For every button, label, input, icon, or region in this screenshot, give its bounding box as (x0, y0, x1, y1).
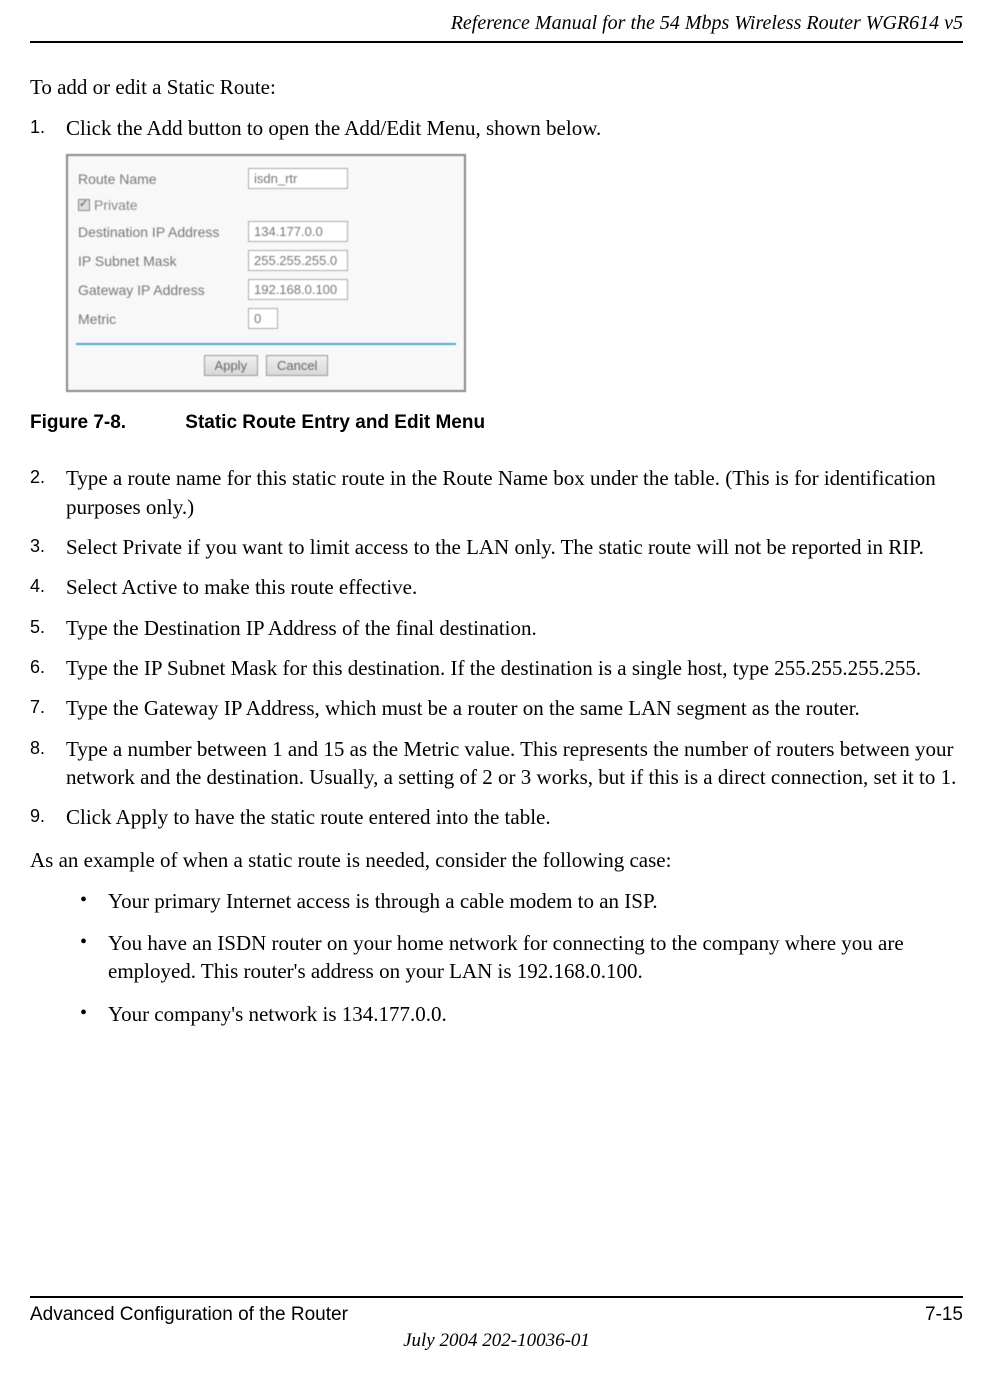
step-4: Select Active to make this route effecti… (30, 573, 963, 601)
footer-page: 7-15 (925, 1304, 963, 1326)
input-route-name: isdn_rtr (248, 168, 348, 189)
row-gateway: Gateway IP Address 192.168.0.100 (78, 275, 454, 304)
figure-caption: Figure 7-8. Static Route Entry and Edit … (30, 412, 963, 434)
footer-rule (30, 1296, 963, 1298)
figure-screenshot: Route Name isdn_rtr Private Destination … (66, 154, 466, 392)
input-metric: 0 (248, 308, 278, 329)
bullet-3: Your company's network is 134.177.0.0. (80, 1000, 963, 1028)
row-route-name: Route Name isdn_rtr (78, 164, 454, 193)
input-dest-ip: 134.177.0.0 (248, 221, 348, 242)
steps-list-cont: Type a route name for this static route … (30, 464, 963, 831)
row-subnet: IP Subnet Mask 255.255.255.0 (78, 246, 454, 275)
checkbox-private (78, 199, 90, 211)
figure-divider (76, 343, 456, 345)
step-9: Click Apply to have the static route ent… (30, 803, 963, 831)
steps-list: Click the Add button to open the Add/Edi… (30, 114, 963, 142)
step-6: Type the IP Subnet Mask for this destina… (30, 654, 963, 682)
intro-text: To add or edit a Static Route: (30, 75, 963, 100)
row-dest-ip: Destination IP Address 134.177.0.0 (78, 217, 454, 246)
step-8: Type a number between 1 and 15 as the Me… (30, 735, 963, 792)
label-private: Private (94, 197, 138, 213)
page-footer: Advanced Configuration of the Router 7-1… (30, 1296, 963, 1352)
label-dest-ip: Destination IP Address (78, 224, 248, 240)
footer-section: Advanced Configuration of the Router (30, 1304, 348, 1326)
input-gateway: 192.168.0.100 (248, 279, 348, 300)
caption-label: Figure 7-8. (30, 412, 180, 434)
label-gateway: Gateway IP Address (78, 282, 248, 298)
running-header: Reference Manual for the 54 Mbps Wireles… (30, 0, 963, 41)
bullet-2: You have an ISDN router on your home net… (80, 929, 963, 986)
step-3: Select Private if you want to limit acce… (30, 533, 963, 561)
figure-button-row: Apply Cancel (78, 355, 454, 376)
step-1: Click the Add button to open the Add/Edi… (30, 114, 963, 142)
step-5: Type the Destination IP Address of the f… (30, 614, 963, 642)
example-intro: As an example of when a static route is … (30, 848, 963, 873)
label-route-name: Route Name (78, 171, 248, 187)
row-private: Private (78, 193, 454, 217)
bullet-1: Your primary Internet access is through … (80, 887, 963, 915)
cancel-button: Cancel (266, 355, 328, 376)
example-bullets: Your primary Internet access is through … (30, 887, 963, 1028)
caption-text: Static Route Entry and Edit Menu (185, 412, 485, 433)
label-subnet: IP Subnet Mask (78, 253, 248, 269)
step-7: Type the Gateway IP Address, which must … (30, 694, 963, 722)
footer-date: July 2004 202-10036-01 (30, 1330, 963, 1352)
step-2: Type a route name for this static route … (30, 464, 963, 521)
header-rule (30, 41, 963, 43)
input-subnet: 255.255.255.0 (248, 250, 348, 271)
label-metric: Metric (78, 311, 248, 327)
row-metric: Metric 0 (78, 304, 454, 333)
apply-button: Apply (204, 355, 259, 376)
